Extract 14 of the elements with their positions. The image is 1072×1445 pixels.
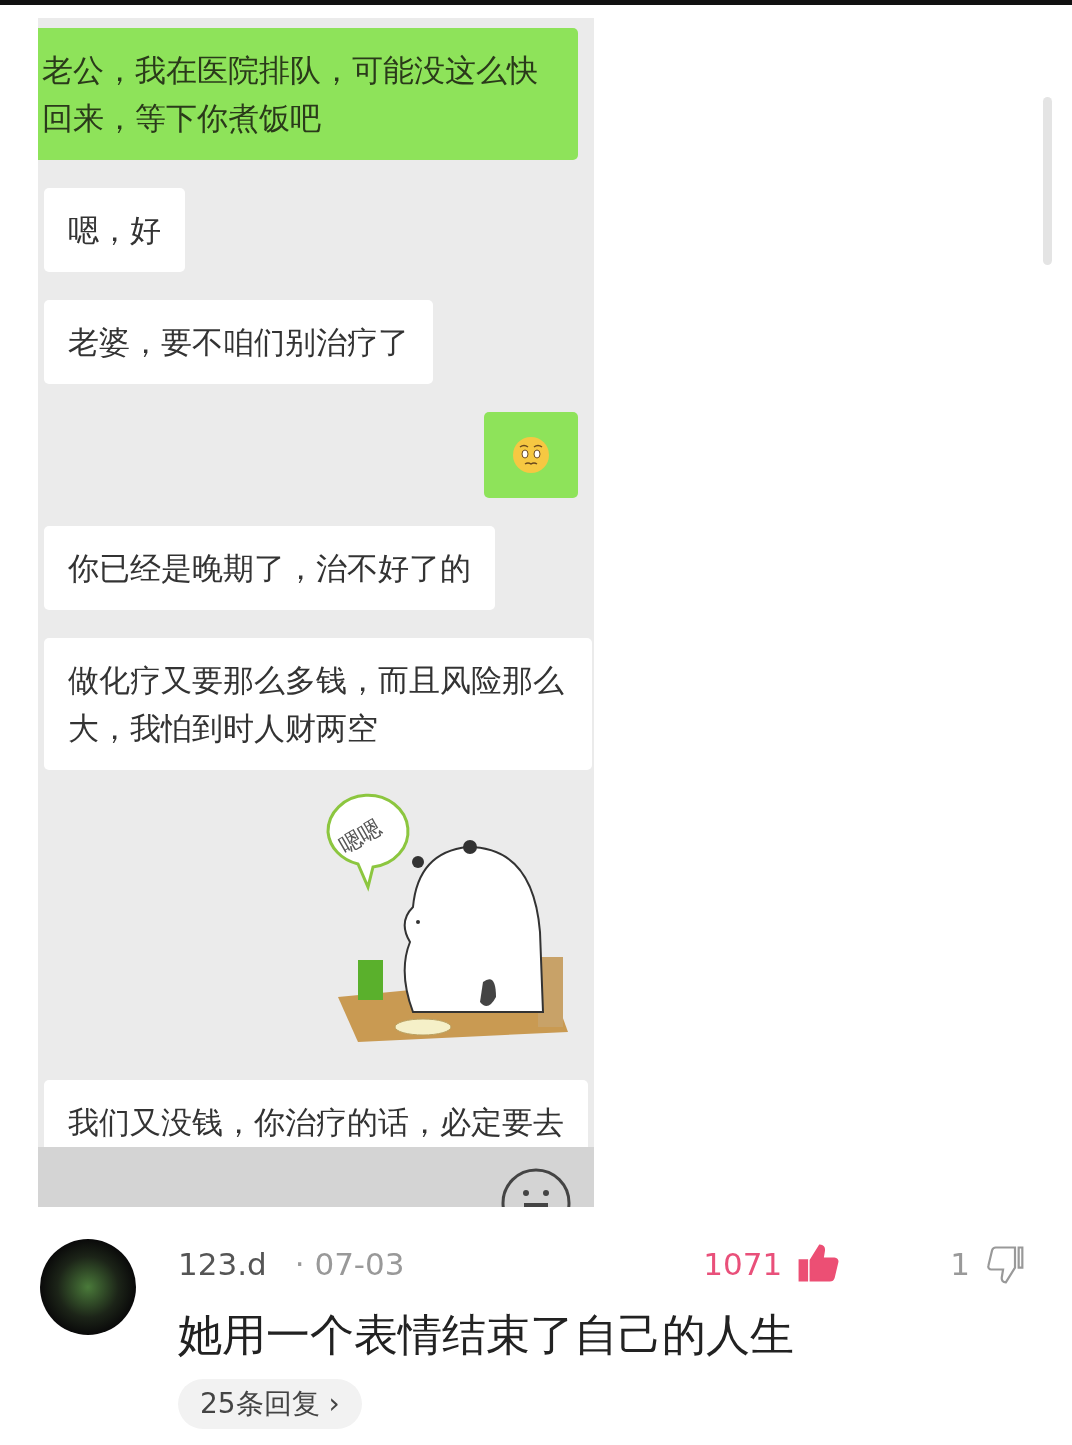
comment-date: · 07-03 [294,1246,405,1282]
comment-text: 她用一个表情结束了自己的人生 [178,1308,795,1362]
replies-button[interactable]: 25条回复 › [178,1379,362,1429]
face-icon [500,1167,572,1207]
dislike-count: 1 [950,1246,970,1282]
worried-face-icon [511,435,551,475]
message-bubble: 老婆，要不咱们别治疗了 [44,300,433,384]
bear-sticker-drawing: 嗯嗯 [318,792,578,1052]
like-count: 1071 [703,1246,783,1282]
username[interactable]: 123.d [178,1246,267,1282]
message-bubble: 做化疗又要那么多钱，而且风险那么大，我怕到时人财两空 [44,638,592,770]
message-bubble: 你已经是晚期了，治不好了的 [44,526,495,610]
message-bubble: 嗯，好 [44,188,185,272]
message-bubble: 老公，我在医院排队，可能没这么快回来，等下你煮饭吧 [38,28,578,160]
